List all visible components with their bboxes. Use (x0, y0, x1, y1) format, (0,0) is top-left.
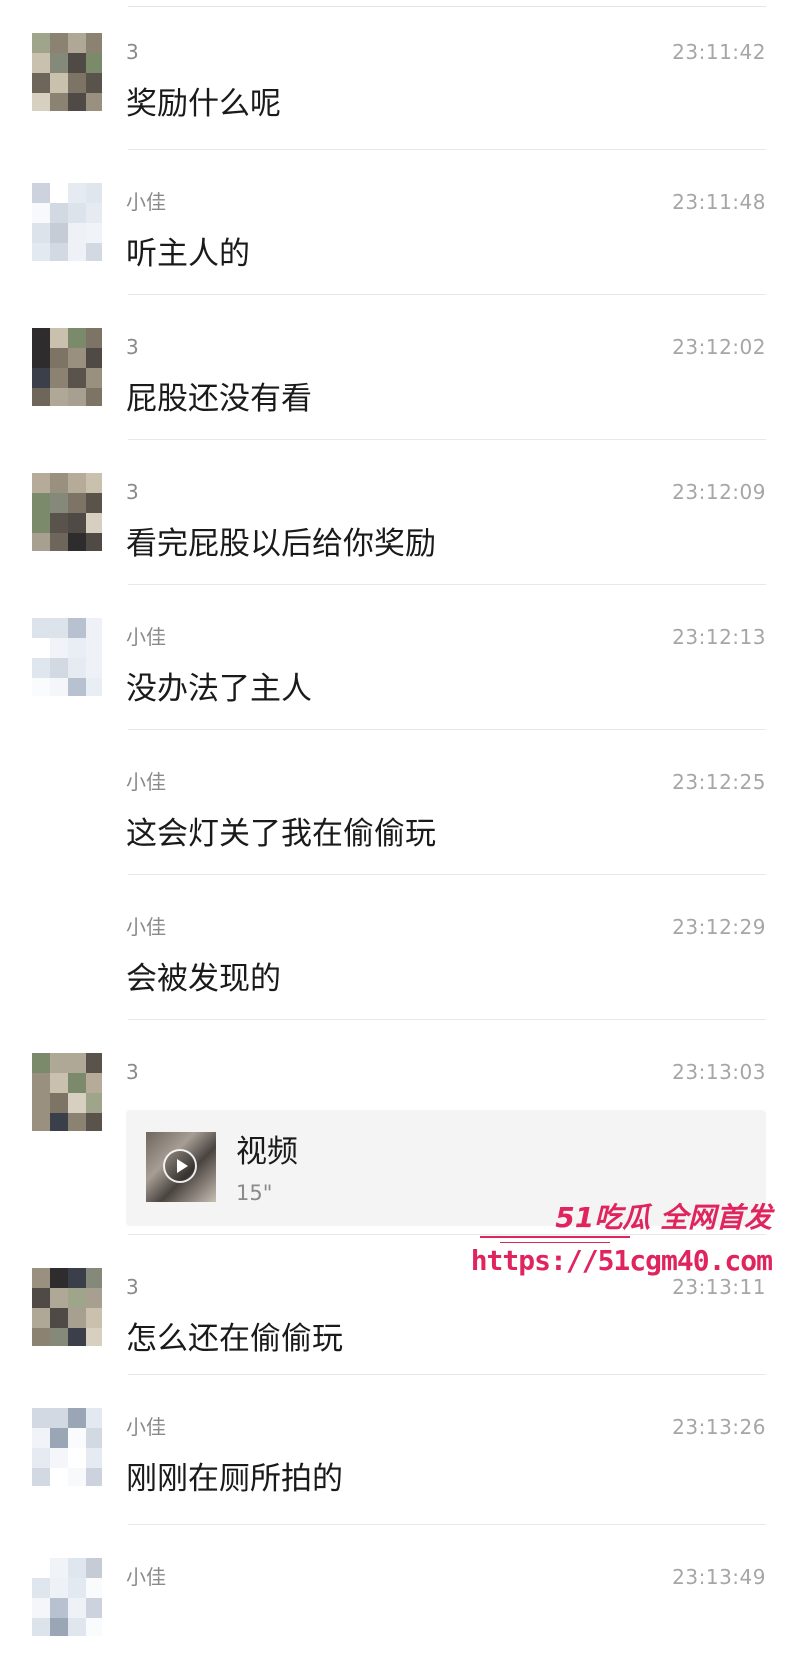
message-time: 23:11:42 (672, 40, 766, 64)
message-text: 会被发现的 (126, 961, 281, 997)
message-item[interactable]: 3 23:13:03 视频 15" (0, 1020, 800, 1235)
message-text: 屁股还没有看 (126, 381, 312, 417)
avatar[interactable] (32, 1408, 102, 1486)
message-text: 奖励什么呢 (126, 86, 281, 122)
message-text: 刚刚在厕所拍的 (126, 1461, 343, 1497)
video-message-card[interactable]: 视频 15" (126, 1110, 766, 1226)
message-text: 没办法了主人 (126, 671, 312, 707)
message-time: 23:12:29 (672, 915, 766, 939)
sender-name: 小佳 (126, 915, 166, 939)
message-time: 23:13:49 (672, 1565, 766, 1589)
avatar[interactable] (32, 473, 102, 551)
message-item[interactable]: 3 23:12:09 看完屁股以后给你奖励 (0, 440, 800, 585)
video-thumbnail[interactable] (146, 1132, 216, 1202)
message-item[interactable]: 小佳 23:13:26 刚刚在厕所拍的 (0, 1375, 800, 1525)
message-time: 23:11:48 (672, 190, 766, 214)
avatar[interactable] (32, 183, 102, 261)
avatar[interactable] (32, 328, 102, 406)
message-time: 23:12:25 (672, 770, 766, 794)
sender-name: 小佳 (126, 770, 166, 794)
sender-name: 小佳 (126, 190, 166, 214)
avatar[interactable] (32, 1268, 102, 1346)
message-item[interactable]: 3 23:12:02 屁股还没有看 (0, 295, 800, 440)
message-time: 23:13:11 (672, 1275, 766, 1299)
message-time: 23:12:13 (672, 625, 766, 649)
message-item[interactable]: 小佳 23:13:49 (0, 1525, 800, 1670)
message-item[interactable]: 3 23:11:42 奖励什么呢 (0, 0, 800, 150)
message-text: 听主人的 (126, 236, 250, 272)
sender-name: 3 (126, 1060, 139, 1084)
video-title: 视频 (236, 1134, 298, 1170)
sender-name: 小佳 (126, 1415, 166, 1439)
sender-name: 3 (126, 1275, 139, 1299)
video-duration: 15" (236, 1181, 273, 1205)
avatar[interactable] (32, 1558, 102, 1636)
sender-name: 小佳 (126, 1565, 166, 1589)
message-time: 23:12:02 (672, 335, 766, 359)
message-time: 23:13:03 (672, 1060, 766, 1084)
message-text: 看完屁股以后给你奖励 (126, 526, 436, 562)
message-time: 23:12:09 (672, 480, 766, 504)
message-time: 23:13:26 (672, 1415, 766, 1439)
sender-name: 3 (126, 480, 139, 504)
message-item[interactable]: 小佳 23:11:48 听主人的 (0, 150, 800, 295)
message-text: 怎么还在偷偷玩 (126, 1321, 343, 1357)
play-icon[interactable] (163, 1149, 197, 1183)
sender-name: 小佳 (126, 625, 166, 649)
avatar[interactable] (32, 1053, 102, 1131)
message-text: 这会灯关了我在偷偷玩 (126, 816, 436, 852)
message-item[interactable]: 小佳 23:12:25 这会灯关了我在偷偷玩 (0, 730, 800, 875)
avatar[interactable] (32, 33, 102, 111)
avatar[interactable] (32, 618, 102, 696)
sender-name: 3 (126, 40, 139, 64)
message-item[interactable]: 小佳 23:12:29 会被发现的 (0, 875, 800, 1020)
message-item[interactable]: 小佳 23:12:13 没办法了主人 (0, 585, 800, 730)
message-item[interactable]: 3 23:13:11 怎么还在偷偷玩 (0, 1235, 800, 1375)
sender-name: 3 (126, 335, 139, 359)
